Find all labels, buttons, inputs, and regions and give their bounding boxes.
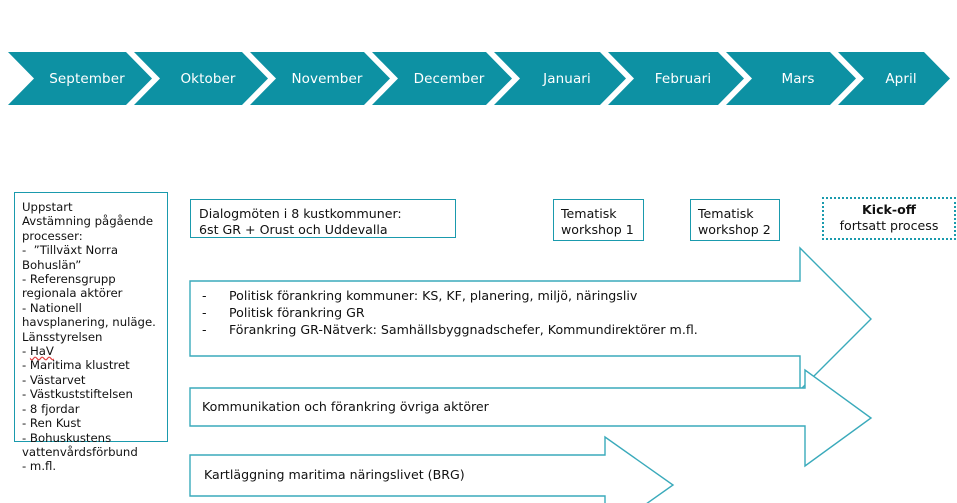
timeline-chevron-label: Mars	[781, 70, 815, 87]
uppstart-processes-text: Uppstart Avstämning pågående processer: …	[22, 200, 156, 474]
bullet-dash: -	[202, 305, 207, 320]
timeline-chevron-mars[interactable]: Mars	[726, 52, 856, 105]
timeline-chevron-label: November	[291, 70, 363, 87]
timeline-chevron-label: September	[49, 70, 125, 87]
timeline-chevron-september[interactable]: September	[8, 52, 152, 105]
timeline-chevron-label: Oktober	[180, 70, 236, 87]
kick-off-subtitle: fortsatt process	[839, 218, 939, 233]
timeline-chevron-label: April	[885, 70, 917, 87]
arrow-shape-kommunikation	[189, 368, 873, 468]
list-item: - Politisk förankring GR	[202, 304, 782, 321]
dialogmoten-box: Dialogmöten i 8 kustkommuner: 6st GR + O…	[190, 199, 456, 238]
tematisk-workshop-2-line-2: workshop 2	[698, 221, 771, 237]
spellcheck-underline: HaV	[29, 344, 54, 359]
tematisk-workshop-2-box: Tematisk workshop 2	[690, 199, 780, 241]
list-item-label: Politisk förankring kommuner: KS, KF, pl…	[229, 288, 638, 303]
timeline-chevron-december[interactable]: December	[372, 52, 512, 105]
list-item: - Förankring GR-Nätverk: Samhällsbyggnad…	[202, 321, 782, 338]
timeline-chevron-label: Januari	[543, 70, 591, 87]
kick-off-title: Kick-off	[862, 202, 916, 217]
arrow-label-kartlaggning: Kartläggning maritima näringslivet (BRG)	[204, 467, 465, 482]
timeline-chevron-november[interactable]: November	[250, 52, 390, 105]
arrow-label-kommunikation: Kommunikation och förankring övriga aktö…	[202, 399, 489, 414]
list-item-label: Politisk förankring GR	[229, 305, 365, 320]
timeline-chevron-label: Februari	[654, 70, 712, 87]
dialogmoten-line-1: Dialogmöten i 8 kustkommuner:	[199, 206, 402, 221]
list-item: - Politisk förankring kommuner: KS, KF, …	[202, 287, 782, 304]
tematisk-workshop-1-box: Tematisk workshop 1	[553, 199, 644, 241]
timeline-chevron-oktober[interactable]: Oktober	[134, 52, 268, 105]
timeline-chevron-februari[interactable]: Februari	[608, 52, 744, 105]
tematisk-workshop-2-line-1: Tematisk	[698, 206, 754, 221]
bullet-dash: -	[202, 322, 207, 337]
arrow-label-politisk-forankring: - Politisk förankring kommuner: KS, KF, …	[202, 287, 782, 338]
dialogmoten-line-2: 6st GR + Orust och Uddevalla	[199, 221, 388, 237]
kick-off-box: Kick-off fortsatt process	[822, 197, 956, 240]
timeline-chevron-januari[interactable]: Januari	[494, 52, 626, 105]
timeline-chevron-label: December	[413, 70, 485, 87]
tematisk-workshop-1-line-1: Tematisk	[561, 206, 617, 221]
bullet-dash: -	[202, 288, 207, 303]
timeline-month-band: September Oktober November December Janu…	[8, 52, 950, 105]
uppstart-processes-box: Uppstart Avstämning pågående processer: …	[14, 192, 168, 473]
slide-canvas: September Oktober November December Janu…	[0, 0, 957, 503]
list-item-label: Förankring GR-Nätverk: Samhällsbyggnadsc…	[229, 322, 698, 337]
tematisk-workshop-1-line-2: workshop 1	[561, 221, 634, 237]
